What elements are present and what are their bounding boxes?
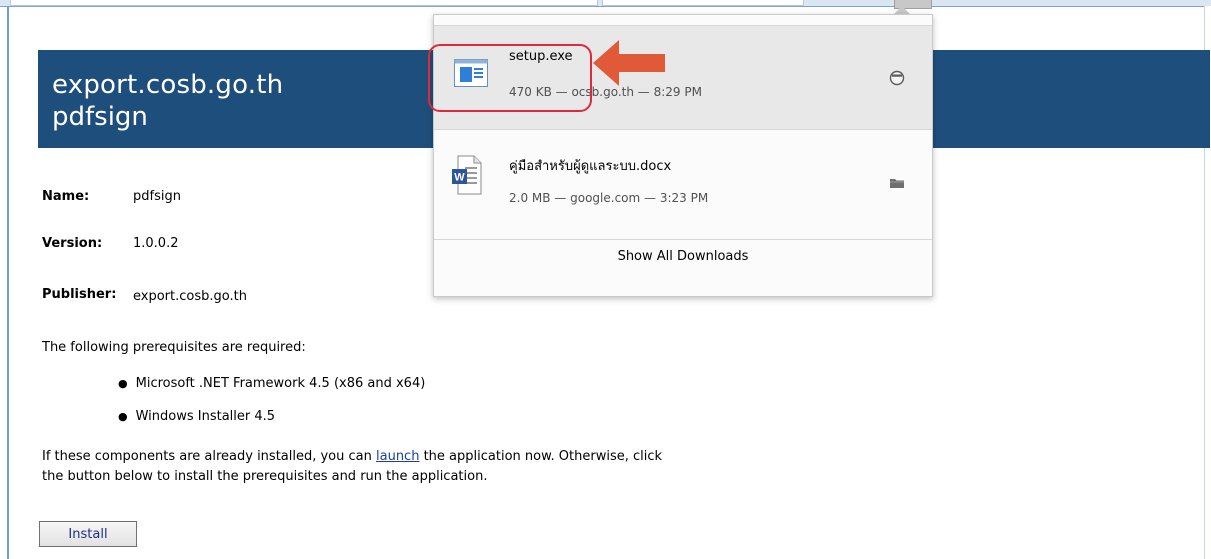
- launch-link[interactable]: launch: [376, 449, 419, 464]
- version-value: 1.0.0.2: [133, 236, 179, 251]
- downloads-panel-pointer: [894, 6, 910, 14]
- name-label: Name:: [42, 189, 90, 204]
- word-file-icon: W: [452, 155, 482, 199]
- instructions-text: If these components are already installe…: [42, 449, 376, 464]
- download-filename: คู่มือสำหรับผู้ดูแลระบบ.docx: [509, 159, 672, 174]
- instructions-line-2: the button below to install the prerequi…: [42, 469, 488, 484]
- instructions-line-1: If these components are already installe…: [42, 449, 662, 464]
- download-item[interactable]: W คู่มือสำหรับผู้ดูแลระบบ.docx 2.0 MB — …: [434, 132, 932, 237]
- version-label: Version:: [42, 236, 103, 251]
- downloads-divider: [434, 239, 932, 240]
- search-bar[interactable]: [602, 0, 804, 6]
- highlight-annotation: [428, 44, 592, 112]
- publisher-label: Publisher:: [42, 287, 117, 302]
- show-all-downloads-button[interactable]: Show All Downloads: [434, 249, 932, 264]
- arrow-annotation-icon: [593, 40, 665, 90]
- address-bar[interactable]: [10, 0, 598, 6]
- page-title-domain: export.cosb.go.th: [52, 70, 284, 100]
- prerequisites-intro: The following prerequisites are required…: [42, 340, 306, 355]
- instructions-text: the application now. Otherwise, click: [419, 449, 663, 464]
- prerequisite-item: Microsoft .NET Framework 4.5 (x86 and x6…: [118, 376, 426, 391]
- install-button[interactable]: Install: [39, 521, 137, 547]
- svg-text:W: W: [454, 172, 465, 184]
- name-value: pdfsign: [133, 189, 181, 204]
- download-meta: 2.0 MB — google.com — 3:23 PM: [509, 191, 709, 205]
- open-icon[interactable]: [889, 70, 905, 90]
- folder-icon[interactable]: [889, 175, 905, 194]
- window-border-left: [7, 6, 9, 559]
- publisher-value: export.cosb.go.th: [133, 289, 247, 304]
- prerequisite-item: Windows Installer 4.5: [118, 409, 275, 424]
- page-title-app: pdfsign: [52, 102, 148, 132]
